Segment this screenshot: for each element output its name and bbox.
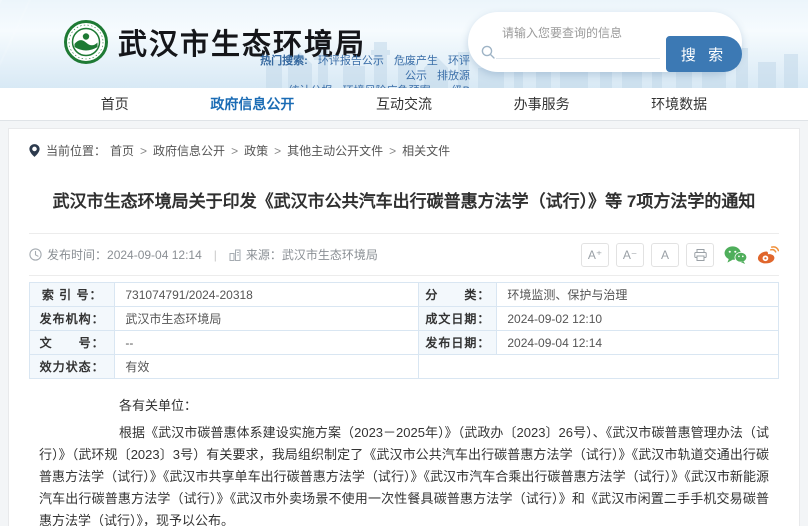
- search-icon: [481, 45, 495, 59]
- nav-item-home[interactable]: 首页: [101, 94, 129, 114]
- nav-item-gov-info[interactable]: 政府信息公开: [210, 94, 294, 114]
- paragraph-main: 根据《武汉市碳普惠体系建设实施方案（2023－2025年）》（武政办〔2023〕…: [39, 422, 769, 526]
- nav-item-env-data[interactable]: 环境数据: [651, 94, 707, 114]
- bureau-logo-icon: [64, 20, 108, 64]
- meta-divider: |: [214, 248, 217, 262]
- info-value-written-date: 2024-09-02 12:10: [497, 307, 779, 331]
- clock-icon: [29, 248, 42, 261]
- source-building-icon: [229, 249, 241, 261]
- info-label-category: 分 类：: [419, 283, 497, 307]
- breadcrumb: 当前位置： 首页 > 政府信息公开 > 政策 > 其他主动公开文件 > 相关文件: [9, 129, 799, 167]
- breadcrumb-item-policy[interactable]: 政策: [244, 142, 268, 159]
- main-nav: 首页 政府信息公开 互动交流 办事服务 环境数据: [0, 88, 808, 121]
- info-value-doc-number: --: [115, 331, 419, 355]
- font-decrease-button[interactable]: A⁻: [616, 243, 644, 267]
- hot-link-risk-plan[interactable]: 环境风险应急预案: [343, 85, 431, 88]
- nav-item-services[interactable]: 办事服务: [514, 94, 570, 114]
- breadcrumb-separator: >: [274, 144, 281, 158]
- breadcrumb-separator: >: [140, 144, 147, 158]
- breadcrumb-separator: >: [231, 144, 238, 158]
- publish-time-label: 发布时间：: [47, 246, 107, 263]
- print-button[interactable]: [686, 243, 714, 267]
- info-cell-empty: [419, 355, 779, 379]
- breadcrumb-item-other-docs[interactable]: 其他主动公开文件: [287, 142, 383, 159]
- font-reset-button[interactable]: A: [651, 243, 679, 267]
- breadcrumb-separator: >: [389, 144, 396, 158]
- printer-icon: [694, 249, 707, 261]
- info-label-agency: 发布机构：: [30, 307, 115, 331]
- hot-link-eia-report[interactable]: 环评报告公示: [318, 55, 384, 67]
- nav-item-interaction[interactable]: 互动交流: [376, 94, 432, 114]
- site-header: 武汉市生态环境局 热门搜索: 环评报告公示 危废产生 环评公示 排放源 统计公报…: [0, 0, 808, 88]
- hot-link-emission-source[interactable]: 排放源: [437, 70, 470, 82]
- paragraph-salutation: 各有关单位：: [39, 395, 769, 417]
- hot-link-statistics-bulletin[interactable]: 统计公报: [289, 85, 333, 88]
- font-increase-button[interactable]: A⁺: [581, 243, 609, 267]
- wechat-share-icon[interactable]: [724, 245, 747, 265]
- info-label-validity: 效力状态：: [30, 355, 115, 379]
- info-label-index: 索 引 号：: [30, 283, 115, 307]
- publish-time-value: 2024-09-04 12:14: [107, 248, 202, 262]
- source-label: 来源：: [246, 246, 282, 263]
- info-value-index: 731074791/2024-20318: [115, 283, 419, 307]
- search-divider: [496, 58, 660, 59]
- source-value: 武汉市生态环境局: [282, 246, 378, 263]
- location-pin-icon: [29, 144, 40, 157]
- hot-search-label: 热门搜索:: [260, 55, 308, 67]
- hot-link-level-b[interactable]: 一级B: [441, 85, 470, 88]
- breadcrumb-label: 当前位置：: [46, 142, 106, 159]
- info-table: 索 引 号： 731074791/2024-20318 分 类： 环境监测、保护…: [29, 282, 779, 379]
- info-label-doc-number: 文 号：: [30, 331, 115, 355]
- breadcrumb-item-related-docs[interactable]: 相关文件: [402, 142, 450, 159]
- article-meta: 发布时间： 2024-09-04 12:14 | 来源： 武汉市生态环境局 A⁺…: [29, 234, 779, 276]
- hot-search-links: 热门搜索: 环评报告公示 危废产生 环评公示 排放源 统计公报 环境风险应急预案…: [252, 54, 470, 88]
- info-label-written-date: 成文日期：: [419, 307, 497, 331]
- page: 武汉市生态环境局 热门搜索: 环评报告公示 危废产生 环评公示 排放源 统计公报…: [0, 0, 808, 526]
- weibo-share-icon[interactable]: [757, 245, 779, 265]
- hot-link-hazardous-waste[interactable]: 危废产生: [394, 55, 438, 67]
- meta-left: 发布时间： 2024-09-04 12:14 | 来源： 武汉市生态环境局: [29, 246, 378, 263]
- meta-tools: A⁺ A⁻ A: [574, 243, 779, 267]
- content-card: 当前位置： 首页 > 政府信息公开 > 政策 > 其他主动公开文件 > 相关文件…: [8, 128, 800, 526]
- article-body: 各有关单位： 根据《武汉市碳普惠体系建设实施方案（2023－2025年）》（武政…: [9, 379, 799, 526]
- search-button[interactable]: 搜 索: [666, 36, 742, 72]
- info-value-agency: 武汉市生态环境局: [115, 307, 419, 331]
- info-label-publish-date: 发布日期：: [419, 331, 497, 355]
- search-box: 搜 索: [468, 12, 742, 72]
- breadcrumb-item-home[interactable]: 首页: [110, 142, 134, 159]
- info-value-publish-date: 2024-09-04 12:14: [497, 331, 779, 355]
- info-value-category: 环境监测、保护与治理: [497, 283, 779, 307]
- page-title: 武汉市生态环境局关于印发《武汉市公共汽车出行碳普惠方法学（试行）》等 7项方法学…: [49, 189, 759, 215]
- search-input[interactable]: [502, 20, 682, 46]
- breadcrumb-item-gov-info[interactable]: 政府信息公开: [153, 142, 225, 159]
- info-value-validity: 有效: [115, 355, 419, 379]
